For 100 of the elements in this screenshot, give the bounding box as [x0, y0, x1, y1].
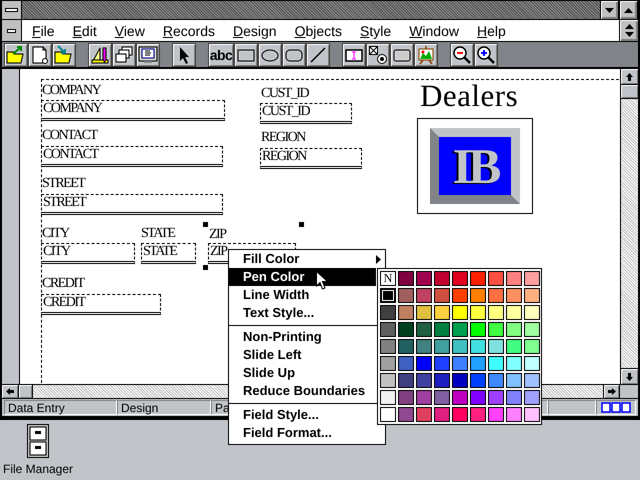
text-tool-button[interactable]: abc [208, 43, 234, 67]
tool-button[interactable] [234, 43, 258, 67]
form-field[interactable]: CONTACT [41, 146, 223, 167]
color-swatch[interactable] [488, 373, 504, 388]
color-swatch[interactable] [452, 271, 468, 286]
form-field[interactable]: CITY [41, 243, 135, 264]
color-swatch[interactable] [434, 373, 450, 388]
selection-handle[interactable] [203, 222, 208, 227]
menu-item[interactable]: Edit [72, 20, 107, 41]
document-menu-button[interactable] [2, 20, 22, 41]
scroll-left-button[interactable] [2, 385, 19, 398]
color-swatch[interactable] [524, 288, 540, 303]
color-swatch[interactable] [506, 288, 522, 303]
form-field[interactable]: REGION [260, 148, 362, 169]
color-swatch[interactable] [524, 390, 540, 405]
menu-item[interactable]: Non-Printing [229, 328, 376, 346]
color-swatch[interactable] [452, 390, 468, 405]
color-swatch[interactable] [524, 271, 540, 286]
color-swatch[interactable] [416, 356, 432, 371]
color-swatch[interactable] [452, 373, 468, 388]
tool-button[interactable] [474, 43, 498, 67]
color-swatch[interactable] [524, 322, 540, 337]
color-swatch[interactable] [434, 407, 450, 422]
color-swatch[interactable] [524, 407, 540, 422]
color-swatch[interactable] [452, 356, 468, 371]
tool-button[interactable] [342, 43, 366, 67]
tool-button[interactable] [282, 43, 306, 67]
color-swatch[interactable] [506, 356, 522, 371]
tool-button[interactable] [450, 43, 474, 67]
color-swatch[interactable] [488, 407, 504, 422]
color-swatch[interactable] [506, 339, 522, 354]
selection-handle[interactable] [203, 265, 208, 270]
menu-item[interactable]: Pen Color [229, 268, 376, 286]
menu-item[interactable]: Text Style... [229, 304, 376, 322]
color-swatch[interactable] [524, 305, 540, 320]
color-swatch[interactable] [416, 305, 432, 320]
color-swatch[interactable] [524, 373, 540, 388]
tool-button[interactable] [88, 43, 112, 67]
restore-button[interactable] [619, 20, 638, 41]
menu-item[interactable]: Slide Left [229, 346, 376, 364]
color-swatch[interactable] [524, 356, 540, 371]
vertical-scrollbar[interactable] [620, 69, 638, 384]
scroll-right-button[interactable] [603, 385, 620, 398]
no-color-swatch[interactable]: N [380, 271, 396, 286]
color-swatch[interactable] [398, 390, 414, 405]
color-swatch[interactable] [470, 305, 486, 320]
color-swatch[interactable] [434, 288, 450, 303]
color-swatch[interactable] [434, 339, 450, 354]
scroll-thumb[interactable] [621, 85, 638, 99]
form-field[interactable]: CUST_ID [260, 103, 352, 124]
color-swatch[interactable] [488, 288, 504, 303]
maximize-button[interactable] [619, 1, 638, 19]
color-swatch[interactable] [380, 305, 396, 320]
file-cabinet-icon[interactable] [27, 424, 49, 458]
color-swatch[interactable] [398, 271, 414, 286]
color-swatch[interactable] [380, 390, 396, 405]
menu-item[interactable]: Help [477, 20, 516, 41]
color-swatch[interactable] [506, 390, 522, 405]
form-field[interactable]: COMPANY [41, 100, 225, 121]
color-swatch[interactable] [452, 305, 468, 320]
color-swatch[interactable] [380, 356, 396, 371]
color-swatch[interactable] [416, 322, 432, 337]
tool-button[interactable] [4, 43, 28, 67]
color-swatch[interactable] [452, 322, 468, 337]
system-menu-button[interactable] [2, 1, 22, 19]
tool-button[interactable] [172, 43, 196, 67]
tool-button[interactable] [52, 43, 76, 67]
color-swatch[interactable] [488, 390, 504, 405]
color-swatch[interactable] [506, 322, 522, 337]
color-swatch[interactable] [380, 407, 396, 422]
color-swatch[interactable] [470, 322, 486, 337]
color-swatch[interactable] [434, 356, 450, 371]
color-swatch[interactable] [452, 339, 468, 354]
color-swatch[interactable] [380, 322, 396, 337]
scroll-down-button[interactable] [621, 368, 638, 384]
color-swatch[interactable] [416, 271, 432, 286]
scroll-up-button[interactable] [621, 69, 638, 85]
form-field[interactable]: STATE [141, 243, 196, 264]
color-swatch[interactable] [380, 288, 396, 303]
color-swatch[interactable] [416, 288, 432, 303]
desktop-icon-label[interactable]: File Manager [2, 462, 74, 476]
color-swatch[interactable] [488, 356, 504, 371]
color-swatch[interactable] [416, 373, 432, 388]
tool-button[interactable] [306, 43, 330, 67]
tool-button[interactable] [28, 43, 52, 67]
menu-item[interactable]: File [32, 20, 65, 41]
color-swatch[interactable] [416, 339, 432, 354]
color-swatch[interactable] [434, 305, 450, 320]
color-swatch[interactable] [488, 322, 504, 337]
color-swatch[interactable] [470, 271, 486, 286]
tool-button[interactable] [136, 43, 160, 67]
color-swatch[interactable] [488, 271, 504, 286]
color-swatch[interactable] [524, 339, 540, 354]
tool-button[interactable] [258, 43, 282, 67]
menu-item[interactable]: Design [232, 20, 287, 41]
menu-item[interactable]: Field Format... [229, 424, 376, 442]
menu-item[interactable]: Slide Up [229, 364, 376, 382]
color-swatch[interactable] [452, 407, 468, 422]
tool-button[interactable] [366, 43, 390, 67]
menu-item[interactable]: View [114, 20, 155, 41]
